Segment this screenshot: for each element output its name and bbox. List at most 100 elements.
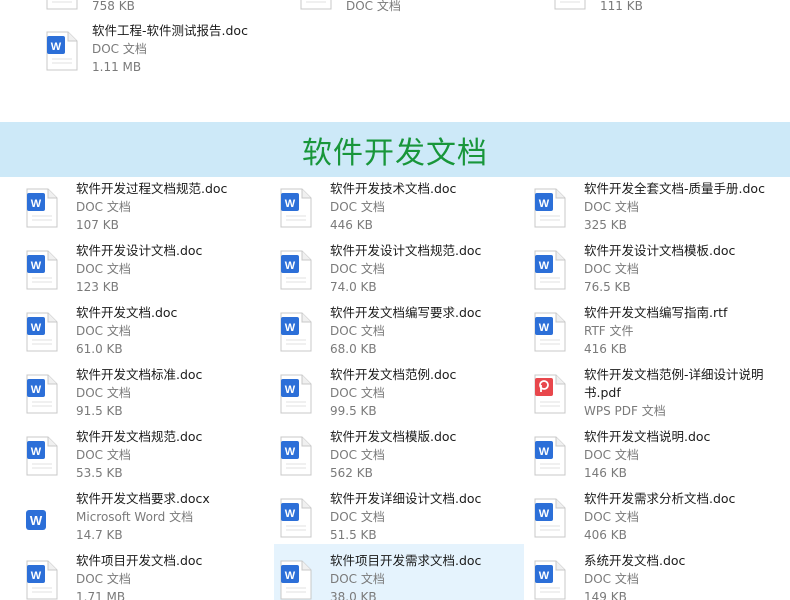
svg-text:W: W: [285, 446, 296, 458]
svg-text:W: W: [285, 322, 296, 334]
file-item[interactable]: W 软件开发设计文档规范.doc DOC 文档 74.0 KB: [274, 242, 524, 302]
file-size: 562 KB: [330, 466, 373, 480]
file-type: DOC 文档: [584, 572, 639, 586]
file-item[interactable]: 软件开发文档范例-详细设计说明书.pdf WPS PDF 文档: [528, 366, 778, 426]
file-name: 软件开发需求分析文档.doc: [584, 491, 736, 506]
file-name: 软件开发文档编写指南.rtf: [584, 305, 728, 320]
file-item[interactable]: W 软件开发文档模版.doc DOC 文档 562 KB: [274, 428, 524, 488]
file-name: 软件开发文档要求.docx: [76, 491, 210, 506]
svg-text:W: W: [285, 570, 296, 582]
file-size: 758 KB: [92, 0, 135, 13]
file-item[interactable]: W 软件开发设计文档模板.doc DOC 文档 76.5 KB: [528, 242, 778, 302]
file-type: DOC 文档: [330, 262, 385, 276]
file-item[interactable]: W 软件开发详细设计文档.doc DOC 文档 51.5 KB: [274, 490, 524, 550]
file-name: 软件项目开发文档.doc: [76, 553, 203, 568]
file-item[interactable]: W 软件开发文档.doc DOC 文档 61.0 KB: [20, 304, 270, 364]
file-size: 91.5 KB: [76, 404, 123, 418]
file-name: 软件开发设计文档.doc: [76, 243, 203, 258]
file-size: 53.5 KB: [76, 466, 123, 480]
file-name: 软件开发文档范例-详细设计说明书.pdf: [584, 367, 764, 400]
file-size: 107 KB: [76, 218, 119, 232]
file-item[interactable]: W 系统开发文档.doc DOC 文档 149 KB: [528, 552, 778, 600]
svg-text:W: W: [31, 570, 42, 582]
file-item[interactable]: W 软件开发文档规范.doc DOC 文档 53.5 KB: [20, 428, 270, 488]
file-size: 1.71 MB: [76, 590, 126, 600]
file-type: DOC 文档: [76, 572, 131, 586]
wps-doc-icon: W: [24, 310, 60, 354]
svg-text:W: W: [31, 198, 42, 210]
wps-doc-icon: W: [278, 186, 314, 230]
file-type: DOC 文档: [76, 200, 131, 214]
svg-text:W: W: [539, 508, 550, 520]
svg-text:W: W: [51, 41, 62, 53]
file-size: 123 KB: [76, 280, 119, 294]
file-size: 406 KB: [584, 528, 627, 542]
file-item[interactable]: W 软件开发设计文档.doc DOC 文档 123 KB: [20, 242, 270, 302]
file-type: DOC 文档: [76, 448, 131, 462]
file-size: 76.5 KB: [584, 280, 631, 294]
section-title: 软件开发文档: [302, 135, 488, 171]
file-item[interactable]: W 软件开发文档编写要求.doc DOC 文档 68.0 KB: [274, 304, 524, 364]
section-banner: 软件开发文档: [0, 122, 790, 177]
file-name: 软件开发全套文档-质量手册.doc: [584, 181, 765, 196]
file-size: 68.0 KB: [330, 342, 377, 356]
svg-text:W: W: [285, 198, 296, 210]
svg-text:W: W: [539, 446, 550, 458]
svg-text:W: W: [31, 446, 42, 458]
file-item[interactable]: W 软件开发技术文档.doc DOC 文档 446 KB: [274, 180, 524, 240]
file-item[interactable]: W 软件开发过程文档规范.doc DOC 文档 107 KB: [20, 180, 270, 240]
wps-doc-icon: W: [24, 248, 60, 292]
file-size: 149 KB: [584, 590, 627, 600]
svg-text:W: W: [285, 508, 296, 520]
file-name: 软件开发文档模版.doc: [330, 429, 457, 444]
file-item[interactable]: W 软件开发全套文档-质量手册.doc DOC 文档 325 KB: [528, 180, 778, 240]
wps-doc-icon: W: [24, 434, 60, 478]
svg-text:W: W: [31, 322, 42, 334]
svg-text:W: W: [31, 384, 42, 396]
file-size: 99.5 KB: [330, 404, 377, 418]
file-item-partial-2[interactable]: W DOC 文档: [254, 0, 504, 16]
file-item[interactable]: W 软件开发文档说明.doc DOC 文档 146 KB: [528, 428, 778, 488]
file-name: 软件开发文档范例.doc: [330, 367, 457, 382]
file-type: DOC 文档: [584, 510, 639, 524]
svg-text:W: W: [539, 570, 550, 582]
file-name: 软件开发文档规范.doc: [76, 429, 203, 444]
wps-doc-icon: W: [278, 310, 314, 354]
svg-text:W: W: [285, 260, 296, 272]
wps-doc-icon: W: [532, 310, 568, 354]
file-type: Microsoft Word 文档: [76, 510, 194, 524]
file-type: DOC 文档: [584, 262, 639, 276]
file-name: 软件开发过程文档规范.doc: [76, 181, 228, 196]
file-name: 软件开发文档.doc: [76, 305, 178, 320]
wps-doc-icon: W: [24, 558, 60, 600]
file-item[interactable]: W 软件项目开发文档.doc DOC 文档 1.71 MB: [20, 552, 270, 600]
file-size: 14.7 KB: [76, 528, 123, 542]
file-item[interactable]: W 软件开发需求分析文档.doc DOC 文档 406 KB: [528, 490, 778, 550]
file-item[interactable]: W 软件开发文档要求.docx Microsoft Word 文档 14.7 KB: [20, 490, 270, 550]
file-size: 446 KB: [330, 218, 373, 232]
file-item[interactable]: W 软件开发文档标准.doc DOC 文档 91.5 KB: [20, 366, 270, 426]
file-type: WPS PDF 文档: [584, 404, 666, 418]
file-name: 软件开发技术文档.doc: [330, 181, 457, 196]
svg-text:W: W: [539, 198, 550, 210]
file-type: DOC 文档: [330, 324, 385, 338]
file-item-software-test-report[interactable]: W 软件工程-软件测试报告.doc DOC 文档 1.11 MB: [0, 22, 260, 78]
file-size: 416 KB: [584, 342, 627, 356]
file-type: DOC 文档: [346, 0, 401, 13]
wps-doc-icon: W: [532, 248, 568, 292]
file-type: DOC 文档: [76, 386, 131, 400]
file-item[interactable]: W 软件开发文档范例.doc DOC 文档 99.5 KB: [274, 366, 524, 426]
file-item[interactable]: W 软件开发文档编写指南.rtf RTF 文件 416 KB: [528, 304, 778, 364]
file-name: 软件开发设计文档规范.doc: [330, 243, 482, 258]
file-item[interactable]: W 软件项目开发需求文档.doc DOC 文档 38.0 KB: [274, 544, 524, 600]
wps-doc-icon: W: [278, 434, 314, 478]
svg-text:W: W: [31, 260, 42, 272]
file-item-partial-3[interactable]: W 111 KB: [508, 0, 758, 16]
wps-pdf-icon: [532, 372, 568, 416]
file-item-partial-1[interactable]: W 758 KB: [0, 0, 250, 16]
file-name: 软件开发详细设计文档.doc: [330, 491, 482, 506]
file-type: DOC 文档: [330, 386, 385, 400]
wps-doc-icon: W: [298, 0, 334, 12]
wps-doc-icon: W: [44, 29, 80, 73]
wps-doc-icon: W: [24, 186, 60, 230]
